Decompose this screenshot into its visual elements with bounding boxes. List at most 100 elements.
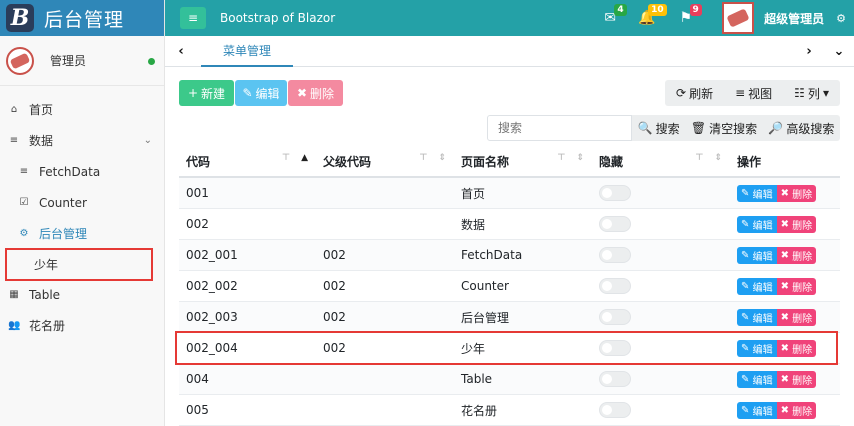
row-delete-label: 删除 <box>792 220 813 232</box>
sidebar-item-label: FetchData <box>39 164 101 179</box>
columns-button[interactable]: ☷ 列 ▾ <box>794 85 829 102</box>
search-actions: 🔍 搜索 🗑 清空搜索 🔎 高级搜索 <box>632 115 840 141</box>
filter-icon[interactable]: ⊤ <box>557 153 565 163</box>
column-header-code[interactable]: 代码 ⊤ ▲ <box>179 153 316 170</box>
hidden-toggle[interactable] <box>599 309 631 325</box>
search-button[interactable]: 🔍 搜索 <box>638 120 680 137</box>
row-edit-button[interactable]: ✎ 编辑 <box>737 277 777 295</box>
user-panel[interactable]: 管理员 <box>0 36 164 86</box>
row-edit-button[interactable]: ✎ 编辑 <box>737 184 777 202</box>
caret-down-icon: ▾ <box>822 86 829 100</box>
search-plus-icon: 🔎 <box>768 121 784 135</box>
sidebar-item-admin[interactable]: ⚙ 后台管理 <box>0 218 164 249</box>
row-delete-button[interactable]: ✖ 删除 <box>776 277 817 295</box>
tab-scroll-left-icon[interactable]: ‹ <box>165 36 197 66</box>
filter-icon[interactable]: ⊤ <box>695 153 703 163</box>
sort-asc-icon[interactable]: ▲ <box>301 153 308 163</box>
top-avatar[interactable] <box>722 2 755 34</box>
tab-dropdown-icon[interactable]: ⌄ <box>824 36 854 66</box>
brand-bar: B 后台管理 <box>0 0 164 36</box>
column-header-parent[interactable]: 父级代码 ⊤ ⇕ <box>316 153 454 170</box>
row-edit-button[interactable]: ✎ 编辑 <box>737 370 777 388</box>
cell-parent: 002 <box>323 310 346 324</box>
sort-icon[interactable]: ⇕ <box>714 153 722 163</box>
mail-badge: 4 <box>614 4 627 16</box>
cell-code: 002_001 <box>186 248 238 262</box>
sidebar-item-label: 后台管理 <box>39 227 88 241</box>
row-edit-button[interactable]: ✎ 编辑 <box>737 401 777 419</box>
sidebar-item-table[interactable]: ▦ Table <box>0 279 164 310</box>
sort-icon[interactable]: ⇕ <box>438 153 446 163</box>
chevron-down-icon: ⌄ <box>143 135 152 146</box>
bell-notification[interactable]: 🔔 10 <box>638 4 667 26</box>
table-row[interactable]: 005 花名册 ✎ 编辑 ✖ 删除 <box>179 395 840 426</box>
sidebar-item-label: Table <box>29 287 61 302</box>
top-header: ≡ Bootstrap of Blazor ✉ 4 🔔 10 ⚑ 9 超级管理员… <box>165 0 854 36</box>
cogs-icon[interactable]: ⚙ <box>836 12 846 25</box>
row-delete-button[interactable]: ✖ 删除 <box>776 370 817 388</box>
flag-notification[interactable]: ⚑ 9 <box>680 4 702 26</box>
cogs-icon: ⚙ <box>19 228 29 239</box>
app-title: Bootstrap of Blazor <box>220 11 336 25</box>
cell-code: 002_002 <box>186 279 238 293</box>
cell-actions: ✎ 编辑 ✖ 删除 <box>730 246 840 264</box>
edit-button[interactable]: ✎ 编辑 <box>235 80 287 106</box>
row-delete-button[interactable]: ✖ 删除 <box>776 401 817 419</box>
sidebar-item-roster[interactable]: 👥 花名册 <box>0 310 164 341</box>
row-delete-button[interactable]: ✖ 删除 <box>776 184 817 202</box>
hidden-toggle[interactable] <box>599 216 631 232</box>
trash-icon: 🗑 <box>690 121 707 135</box>
table-row[interactable]: 002_002 002 Counter ✎ 编辑 ✖ 删除 <box>179 271 840 302</box>
new-button[interactable]: + 新建 <box>179 80 234 106</box>
table-row[interactable]: 002 数据 ✎ 编辑 ✖ 删除 <box>179 209 840 240</box>
table-row[interactable]: 002_001 002 FetchData ✎ 编辑 ✖ 删除 <box>179 240 840 271</box>
table-row[interactable]: 001 首页 ✎ 编辑 ✖ 删除 <box>179 178 840 209</box>
times-icon: ✖ <box>780 311 789 323</box>
hidden-toggle[interactable] <box>599 278 631 294</box>
search-input[interactable] <box>487 115 632 141</box>
edit-button-label: 编辑 <box>255 86 280 101</box>
filter-icon[interactable]: ⊤ <box>282 153 290 163</box>
row-edit-button[interactable]: ✎ 编辑 <box>737 246 777 264</box>
sidebar-item-counter[interactable]: ☑ Counter <box>0 187 164 218</box>
row-delete-button[interactable]: ✖ 删除 <box>776 215 817 233</box>
row-edit-button[interactable]: ✎ 编辑 <box>737 308 777 326</box>
hidden-toggle[interactable] <box>599 371 631 387</box>
row-delete-button[interactable]: ✖ 删除 <box>776 246 817 264</box>
sidebar-item-home[interactable]: ⌂ 首页 <box>0 94 164 125</box>
tab-menu-management[interactable]: 菜单管理 <box>201 36 294 67</box>
row-edit-button[interactable]: ✎ 编辑 <box>737 215 777 233</box>
advanced-search-button[interactable]: 🔎 高级搜索 <box>768 120 834 137</box>
menu-toggle-button[interactable]: ≡ <box>180 7 206 29</box>
table-row[interactable]: 004 Table ✎ 编辑 ✖ 删除 <box>179 364 840 395</box>
mail-notification[interactable]: ✉ 4 <box>604 4 627 26</box>
table-row[interactable]: 002_003 002 后台管理 ✎ 编辑 ✖ 删除 <box>179 302 840 333</box>
sidebar-item-fetchdata[interactable]: ≡ FetchData <box>0 156 164 187</box>
hidden-toggle[interactable] <box>599 247 631 263</box>
view-label: 视图 <box>748 86 773 101</box>
cell-name: 后台管理 <box>461 310 510 325</box>
sidebar-item-label: 首页 <box>29 103 54 117</box>
column-header-hidden[interactable]: 隐藏 ⊤ ⇕ <box>592 153 730 170</box>
hidden-toggle[interactable] <box>599 402 631 418</box>
times-icon: ✖ <box>296 86 308 100</box>
refresh-button[interactable]: ⟳ 刷新 <box>676 85 713 102</box>
delete-button[interactable]: ✖ 删除 <box>288 80 343 106</box>
view-button[interactable]: ≡ 视图 <box>735 85 772 102</box>
column-header-name[interactable]: 页面名称 ⊤ ⇕ <box>454 153 592 170</box>
clear-search-button[interactable]: 🗑 清空搜索 <box>691 120 757 137</box>
sort-icon[interactable]: ⇕ <box>576 153 584 163</box>
tab-bar: ‹ 菜单管理 › ⌄ <box>165 36 854 67</box>
hidden-toggle[interactable] <box>599 185 631 201</box>
top-user-name[interactable]: 超级管理员 <box>764 10 824 27</box>
cell-name: 数据 <box>461 217 486 232</box>
cell-code: 004 <box>186 372 209 386</box>
filter-icon[interactable]: ⊤ <box>419 153 427 163</box>
edit-icon: ✎ <box>741 311 750 323</box>
cell-hidden <box>592 402 730 418</box>
row-delete-button[interactable]: ✖ 删除 <box>776 308 817 326</box>
tab-scroll-right-icon[interactable]: › <box>794 36 824 66</box>
sidebar-nav: ⌂ 首页 ≡ 数据 ⌄ ≡ FetchData ☑ Counter ⚙ 后台管理… <box>0 86 164 341</box>
cell-hidden <box>592 309 730 325</box>
sidebar-item-data[interactable]: ≡ 数据 ⌄ <box>0 125 164 156</box>
